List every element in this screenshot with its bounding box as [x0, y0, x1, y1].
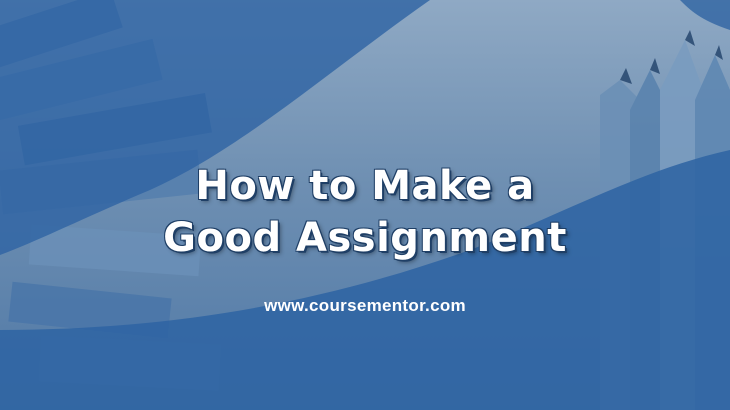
website-url[interactable]: www.coursementor.com — [0, 296, 730, 316]
course-banner: How to Make a Good Assignment www.course… — [0, 0, 730, 410]
banner-title: How to Make a Good Assignment — [0, 160, 730, 264]
title-line-2: Good Assignment — [163, 215, 567, 261]
title-line-1: How to Make a — [195, 163, 535, 209]
